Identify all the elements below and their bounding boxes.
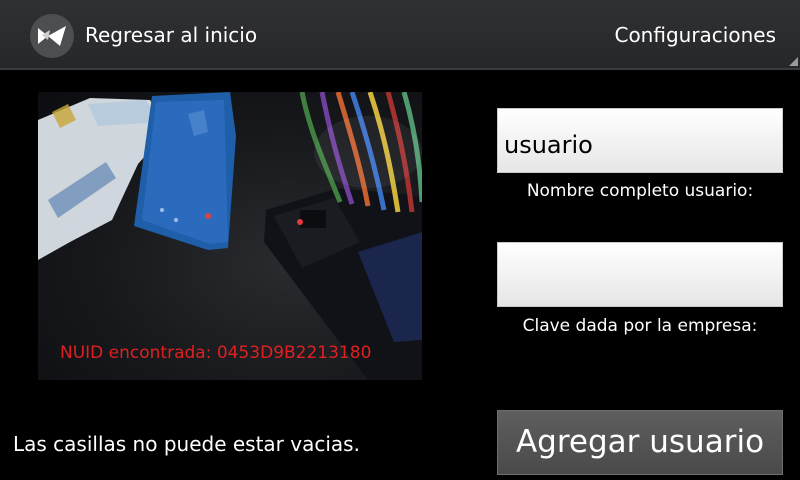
username-input[interactable]	[497, 108, 783, 173]
camera-feed-image	[38, 92, 422, 380]
app-window: Regresar al inicio Configuraciones NUID …	[0, 0, 800, 480]
settings-button[interactable]: Configuraciones	[600, 0, 800, 70]
validation-message: Las casillas no puede estar vacias.	[13, 432, 360, 456]
back-to-home-link[interactable]: Regresar al inicio	[85, 22, 257, 48]
add-user-label: Agregar usuario	[515, 424, 765, 460]
settings-label: Configuraciones	[614, 23, 776, 47]
action-bar: Regresar al inicio Configuraciones	[0, 0, 800, 70]
company-key-input[interactable]	[497, 242, 783, 307]
corner-triangle-icon	[789, 57, 798, 66]
company-key-label: Clave dada por la empresa:	[522, 316, 758, 336]
username-label: Nombre completo usuario:	[526, 181, 754, 201]
kivy-logo-icon[interactable]	[30, 14, 74, 58]
kivy-logo-glyph	[38, 26, 66, 46]
add-user-button[interactable]: Agregar usuario	[497, 410, 783, 475]
nuid-overlay-text: NUID encontrada: 0453D9B2213180	[60, 343, 372, 363]
camera-preview: NUID encontrada: 0453D9B2213180	[38, 92, 422, 380]
